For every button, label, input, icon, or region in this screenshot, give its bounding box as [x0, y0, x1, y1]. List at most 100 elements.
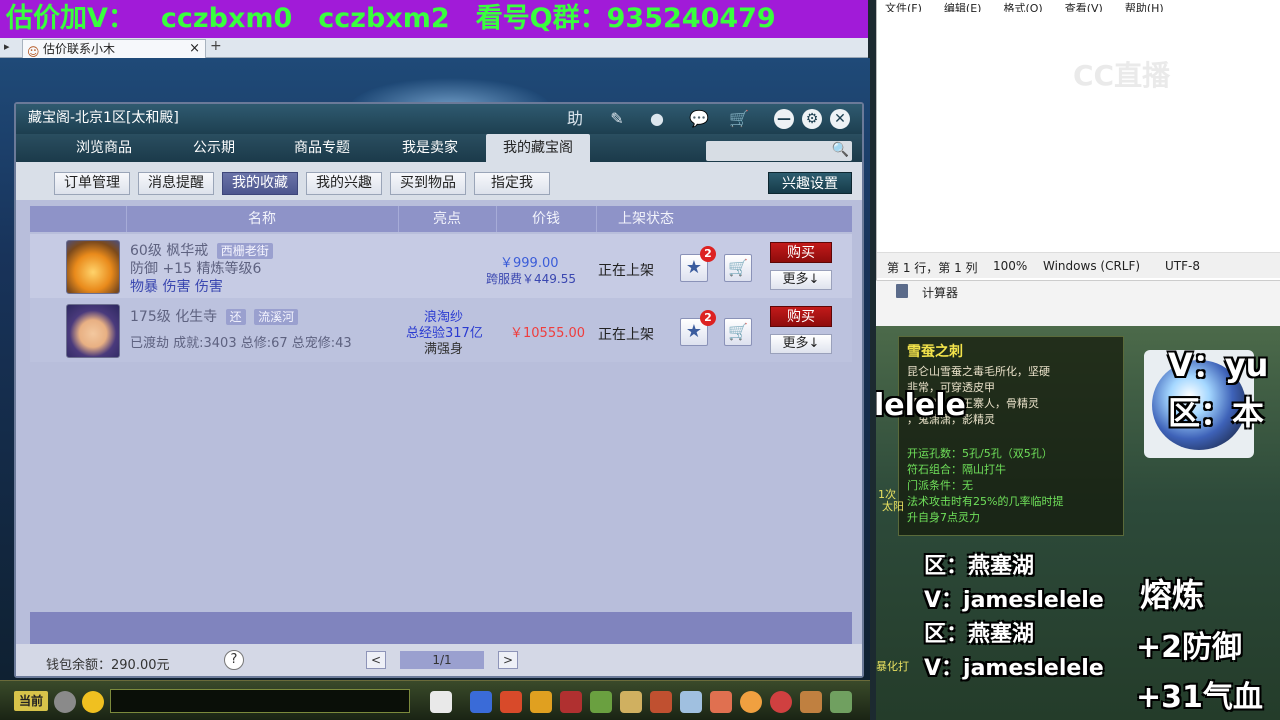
help-icon[interactable]: ? — [224, 650, 244, 670]
add-to-cart-icon[interactable]: 🛒 — [724, 318, 752, 346]
item-effects: 物暴 伤害 伤害 — [130, 279, 223, 295]
chat-input[interactable] — [110, 689, 410, 713]
help-icon[interactable]: 助 — [564, 108, 586, 130]
overlay-contact: V：yu — [1168, 346, 1269, 384]
emoji-icon[interactable] — [82, 691, 104, 713]
tab-public[interactable]: 公示期 — [166, 134, 262, 162]
cart-icon[interactable]: 🛒 — [728, 108, 750, 130]
listing-status: 正在上架 — [598, 327, 654, 343]
server-tag: 流溪河 — [254, 309, 299, 325]
record-icon[interactable]: ● — [646, 108, 668, 130]
friends-icon[interactable] — [590, 691, 612, 713]
next-page-button[interactable]: > — [498, 651, 518, 669]
tab-close-icon[interactable]: × — [189, 40, 200, 58]
calculator-window: 计算器 — [876, 280, 1280, 326]
ring-item-icon[interactable] — [66, 240, 120, 294]
window-titlebar[interactable]: 藏宝阁-北京1区[太和殿] 助 ✎ ● 💬 🛒 — ⚙ ✕ — [16, 104, 862, 134]
settings-button[interactable]: ⚙ — [802, 109, 822, 129]
window-title: 藏宝阁-北京1区[太和殿] — [28, 110, 179, 126]
table-row[interactable]: 60级 枫华戒 西栅老街 防御 +15 精炼等级6 物暴 伤害 伤害 ￥999.… — [30, 234, 852, 298]
trade-icon[interactable] — [650, 691, 672, 713]
item-price: ￥999.00 — [500, 256, 559, 271]
sub-favorites[interactable]: 我的收藏 — [222, 172, 298, 195]
highlight-3: 满强身 — [424, 342, 464, 357]
tooltip-stat: 开运孔数：5孔/5孔（双5孔） — [907, 447, 1053, 460]
tab-topics[interactable]: 商品专题 — [274, 134, 370, 162]
team-icon[interactable] — [530, 691, 552, 713]
back-icon[interactable]: ▸ — [4, 40, 10, 53]
overlay-defense: +2防御 — [1136, 630, 1243, 665]
tab-title: 估价联系小木 — [43, 42, 116, 56]
sub-messages[interactable]: 消息提醒 — [138, 172, 214, 195]
channel-button[interactable]: 当前 — [14, 691, 48, 711]
sub-interests[interactable]: 我的兴趣 — [306, 172, 382, 195]
char-level: 175级 — [130, 309, 171, 325]
bag-icon[interactable] — [800, 691, 822, 713]
line-ending: Windows (CRLF) — [1043, 259, 1141, 273]
browser-tab[interactable]: ☺ 估价联系小木 × — [22, 39, 206, 59]
wallet-balance: 钱包余额：290.00元 — [46, 658, 170, 673]
notepad-menubar: 文件(F) 编辑(E) 格式(O) 查看(V) 帮助(H) — [877, 0, 1280, 12]
more-button[interactable]: 更多↓ — [770, 334, 832, 354]
new-tab-icon[interactable]: + — [210, 38, 222, 54]
system-icon[interactable] — [680, 691, 702, 713]
menu-icon[interactable] — [830, 691, 852, 713]
overlay-contact-2: V：jameslelele — [924, 656, 1104, 681]
menu-format[interactable]: 格式(O) — [1003, 2, 1042, 12]
menu-file[interactable]: 文件(F) — [885, 2, 922, 12]
more-button[interactable]: 更多↓ — [770, 270, 832, 290]
stream-overlay: 雪蚕之刺 昆仑山雪蚕之毒毛所化，坚硬 非常，可穿透皮甲 【角色】魔王寨人，骨精灵… — [876, 326, 1280, 720]
gift-icon[interactable] — [770, 691, 792, 713]
cc-watermark-logo: CC直播 — [1073, 59, 1171, 92]
table-row[interactable]: 175级 化生寺 还 流溪河 已渡劫 成就:3403 总修:67 总宠修:43 … — [30, 298, 852, 362]
microphone-icon[interactable] — [54, 691, 76, 713]
item-stats: 防御 +15 精炼等级6 — [130, 261, 262, 277]
item-icon[interactable] — [500, 691, 522, 713]
add-to-cart-icon[interactable]: 🛒 — [724, 254, 752, 282]
buy-button[interactable]: 购买 — [770, 306, 832, 327]
menu-edit[interactable]: 编辑(E) — [944, 2, 982, 12]
edit-icon[interactable]: ✎ — [606, 108, 628, 130]
listing-status: 正在上架 — [598, 263, 654, 279]
banner-text-3: cczbxm2 — [318, 3, 450, 34]
interest-settings-button[interactable]: 兴趣设置 — [768, 172, 852, 194]
prev-page-button[interactable]: < — [366, 651, 386, 669]
sub-nav: 订单管理 消息提醒 我的收藏 我的兴趣 买到物品 指定我 兴趣设置 — [16, 162, 862, 200]
guild-icon[interactable] — [560, 691, 582, 713]
sub-designated[interactable]: 指定我 — [474, 172, 550, 195]
tab-browse[interactable]: 浏览商品 — [56, 134, 152, 162]
sub-purchased[interactable]: 买到物品 — [390, 172, 466, 195]
header-highlight: 亮点 — [433, 211, 461, 227]
sub-orders[interactable]: 订单管理 — [54, 172, 130, 195]
tab-my-treasure[interactable]: 我的藏宝阁 — [486, 134, 590, 162]
side-text: 太阳 — [882, 500, 904, 513]
search-input[interactable]: 🔍 — [706, 141, 852, 161]
tooltip-stat: 门派条件：无 — [907, 479, 973, 492]
menu-help[interactable]: 帮助(H) — [1125, 2, 1164, 12]
char-school: 化生寺 — [175, 309, 218, 325]
tooltip-title: 雪蚕之刺 — [907, 344, 963, 360]
calculator-title: 计算器 — [922, 286, 959, 300]
notepad-statusbar: 第 1 行，第 1 列 100% Windows (CRLF) UTF-8 — [877, 252, 1280, 278]
quest-icon[interactable] — [620, 691, 642, 713]
buy-button[interactable]: 购买 — [770, 242, 832, 263]
activity-icon[interactable] — [740, 691, 762, 713]
header-status: 上架状态 — [618, 211, 674, 227]
overlay-hp: +31气血 — [1136, 680, 1263, 715]
close-button[interactable]: ✕ — [830, 109, 850, 129]
character-avatar-icon[interactable] — [66, 304, 120, 358]
menu-view[interactable]: 查看(V) — [1065, 2, 1103, 12]
chat-icon[interactable]: 💬 — [688, 108, 710, 130]
mall-icon[interactable] — [710, 691, 732, 713]
promo-banner: 估价加V： cczbxm0 cczbxm2 看号Q群：935240479 — [0, 0, 868, 38]
header-name: 名称 — [248, 211, 276, 227]
window-footer: 钱包余额：290.00元 ? < 1/1 > — [16, 644, 862, 676]
skill-icon[interactable] — [470, 691, 492, 713]
tab-seller[interactable]: 我是卖家 — [382, 134, 478, 162]
search-icon[interactable]: 🔍 — [832, 142, 849, 158]
pet-icon[interactable] — [430, 691, 452, 713]
favorite-count-badge: 2 — [700, 310, 716, 326]
encoding: UTF-8 — [1165, 259, 1200, 273]
minimize-button[interactable]: — — [774, 109, 794, 129]
browser-tab-strip: ▸ ☺ 估价联系小木 × + — [0, 38, 868, 59]
